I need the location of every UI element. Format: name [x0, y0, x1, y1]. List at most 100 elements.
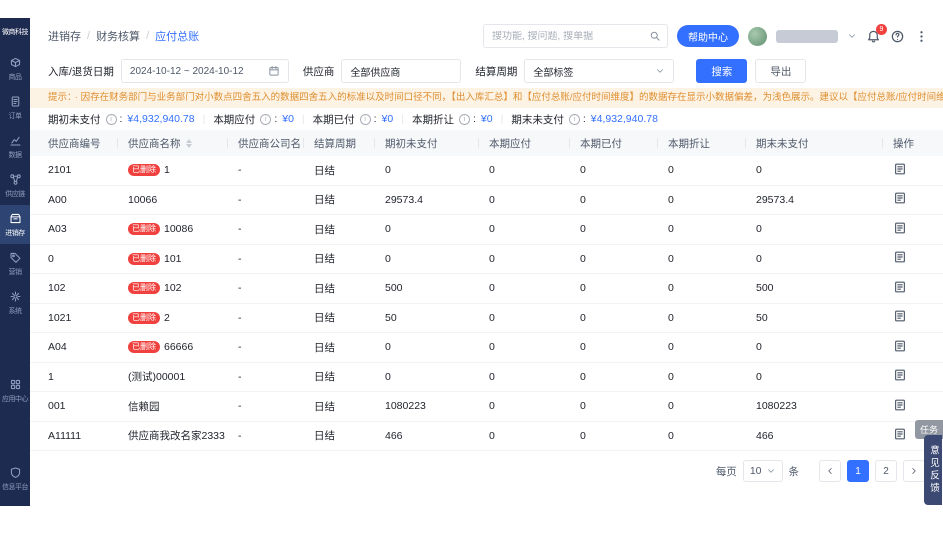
summary-separator: | — [202, 113, 206, 125]
sidebar-item-label: 应用中心 — [2, 396, 29, 403]
info-icon[interactable]: i — [260, 113, 272, 125]
summary-value: ¥4,932,940.78 — [127, 113, 195, 125]
search-button[interactable]: 搜索 — [696, 59, 748, 83]
cell-company: - — [238, 400, 242, 413]
export-button[interactable]: 导出 — [755, 59, 807, 83]
column-header: 本期已付 — [580, 130, 668, 156]
search-icon[interactable] — [649, 30, 661, 42]
more-button[interactable] — [914, 29, 929, 44]
sidebar-item-platform[interactable]: 信息平台 — [0, 459, 30, 498]
column-header: 本期应付 — [489, 130, 580, 156]
cell-end: 0 — [756, 164, 762, 177]
cycle-select[interactable]: 全部标签 — [524, 59, 675, 83]
summary-value: ¥0 — [381, 113, 394, 125]
info-icon[interactable]: i — [359, 113, 371, 125]
cycle-value: 全部标签 — [533, 67, 574, 79]
table-row: A04 已删除 66666 - 日结 0 0 0 0 0 — [30, 333, 943, 363]
sidebar-item-marketing[interactable]: 营销 — [0, 244, 30, 283]
view-detail-icon[interactable] — [893, 339, 907, 353]
help-center-button[interactable]: 帮助中心 — [677, 25, 739, 47]
info-icon[interactable]: i — [568, 113, 580, 125]
view-detail-icon[interactable] — [893, 368, 907, 382]
breadcrumb-separator: / — [146, 30, 150, 42]
cell-end: 0 — [756, 223, 762, 236]
notifications-button[interactable]: 9 — [866, 23, 887, 44]
sidebar-item-supply[interactable]: 供应链 — [0, 166, 30, 205]
cell-cycle: 日结 — [314, 312, 335, 325]
app-logo: 微商科技 — [2, 29, 29, 36]
breadcrumb-item[interactable]: 应付总账 — [155, 28, 199, 44]
view-detail-icon[interactable] — [893, 280, 907, 294]
column-header: 供应商名称 — [128, 130, 238, 156]
calendar-icon[interactable] — [268, 65, 280, 77]
deleted-badge: 已删除 — [128, 311, 160, 324]
summary-bar: 期初未支付 i: ¥4,932,940.78 | 本期应付 i: ¥0 | 本期已付 i: ¥0 | 本… — [30, 108, 943, 130]
info-icon[interactable]: i — [105, 113, 117, 125]
supplier-name: 10086 — [164, 223, 194, 236]
cell-code: A00 — [48, 193, 67, 206]
cell-paid: 0 — [580, 193, 586, 206]
view-detail-icon[interactable] — [893, 191, 907, 205]
supplier-input[interactable]: 全部供应商 — [341, 59, 462, 83]
view-detail-icon[interactable] — [893, 162, 907, 176]
masked-username[interactable] — [776, 29, 838, 43]
pagination-next-button[interactable] — [903, 460, 925, 482]
cell-paid: 0 — [580, 252, 586, 265]
summary-item: 期初未支付 i: ¥4,932,940.78 — [48, 112, 195, 127]
global-search[interactable] — [483, 24, 668, 48]
supplier-value: 全部供应商 — [350, 67, 401, 79]
per-page-unit: 条 — [788, 465, 800, 478]
summary-item: 本期折让 i: ¥0 — [412, 112, 493, 127]
summary-item: 本期已付 i: ¥0 — [313, 112, 394, 127]
user-menu-chevron-icon[interactable] — [847, 31, 857, 41]
sidebar-item-order[interactable]: 订单 — [0, 88, 30, 127]
app-window: 微商科技 商品 订单 数据 供应链 进销存 营销 系统 应用中心 信息平台 进销存 / 财务核算 / 应… — [0, 18, 943, 506]
help-button[interactable] — [890, 29, 905, 44]
cell-name: 已删除 66666 — [128, 341, 238, 354]
avatar[interactable] — [748, 26, 767, 46]
column-header: 期初未支付 — [385, 130, 489, 156]
pagination-page-1[interactable]: 1 — [847, 460, 869, 482]
sidebar-item-label: 系统 — [8, 308, 23, 315]
cell-end: 0 — [756, 252, 762, 265]
global-search-input[interactable] — [492, 30, 643, 42]
table-row: A00 10066 - 日结 29573.4 0 0 0 29573.4 — [30, 185, 943, 215]
date-range-input[interactable]: 2024-10-12 ~ 2024-10-12 — [120, 59, 289, 83]
column-header: 结算周期 — [314, 130, 385, 156]
sidebar-item-data[interactable]: 数据 — [0, 127, 30, 166]
view-detail-icon[interactable] — [893, 309, 907, 323]
supply-icon — [9, 173, 22, 186]
sort-icon[interactable] — [185, 138, 192, 148]
sidebar-item-apps[interactable]: 应用中心 — [0, 371, 30, 410]
view-detail-icon[interactable] — [893, 221, 907, 235]
cell-payable: 0 — [489, 429, 495, 442]
pagination-page-2[interactable]: 2 — [875, 460, 897, 482]
view-detail-icon[interactable] — [893, 398, 907, 412]
column-header-label: 本期应付 — [489, 137, 531, 150]
deleted-badge: 已删除 — [128, 252, 160, 265]
table-row: 0 已删除 101 - 日结 0 0 0 0 0 — [30, 244, 943, 274]
cell-name: 信赖园 — [128, 399, 238, 414]
summary-separator: | — [301, 113, 305, 125]
cell-code: 0 — [48, 252, 54, 265]
breadcrumb-item[interactable]: 财务核算 — [96, 28, 140, 44]
breadcrumb-item[interactable]: 进销存 — [48, 28, 81, 44]
page-size-select[interactable]: 10 — [742, 460, 783, 482]
sidebar-item-system[interactable]: 系统 — [0, 283, 30, 322]
cell-end: 0 — [756, 370, 762, 383]
info-icon[interactable]: i — [459, 113, 470, 125]
chevron-down-icon — [766, 466, 776, 476]
summary-colon: : — [473, 113, 476, 125]
chevron-down-icon — [655, 66, 665, 76]
supplier-filter-label: 供应商 — [302, 65, 335, 78]
sidebar-item-inventory[interactable]: 进销存 — [0, 205, 30, 244]
cell-actions — [893, 191, 931, 208]
sidebar-item-label: 订单 — [8, 113, 23, 120]
summary-separator: | — [401, 113, 404, 125]
view-detail-icon[interactable] — [893, 250, 907, 264]
pagination-prev-button[interactable] — [819, 460, 841, 482]
feedback-ribbon[interactable]: 意见反馈 — [924, 435, 942, 505]
sidebar-item-goods[interactable]: 商品 — [0, 49, 30, 88]
view-detail-icon[interactable] — [893, 427, 907, 441]
cell-end: 0 — [756, 341, 762, 354]
